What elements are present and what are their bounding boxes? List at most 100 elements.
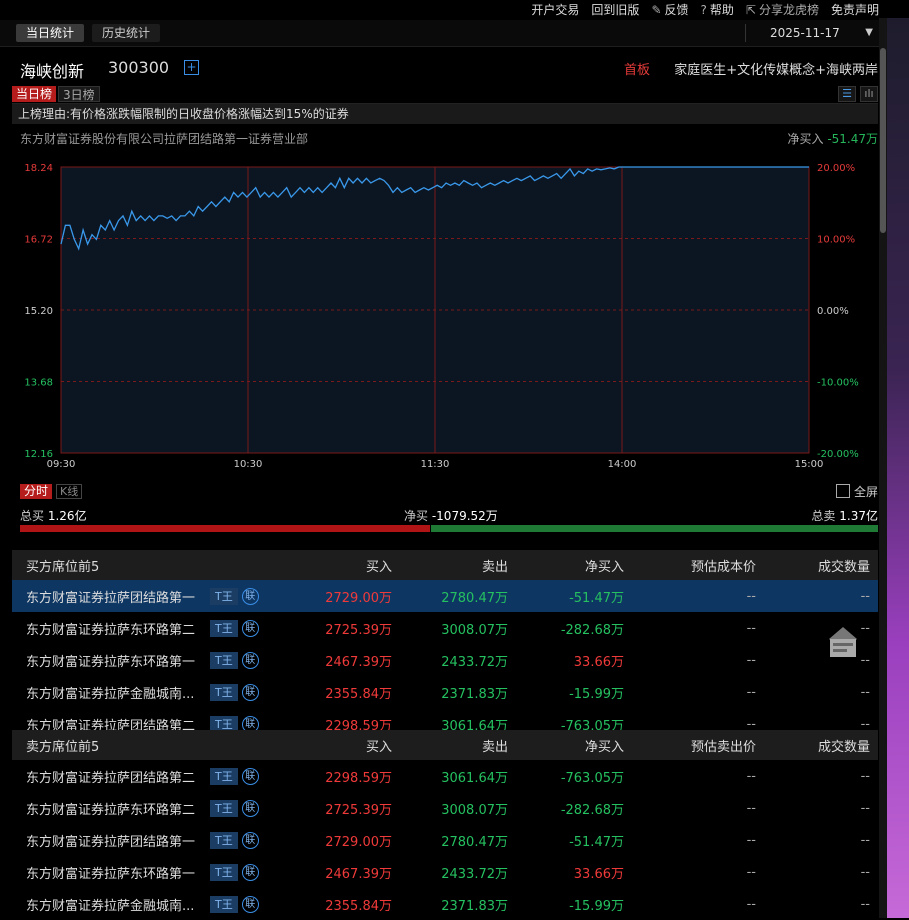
t-wang-badge[interactable]: T王 — [210, 863, 238, 881]
lian-icon[interactable]: 联 — [241, 619, 259, 637]
x-tick: 11:30 — [421, 459, 450, 470]
t-wang-badge[interactable]: T王 — [210, 587, 238, 605]
sell-amount: 2371.83万 — [441, 898, 508, 914]
y-left-tick: 15.20 — [24, 306, 53, 317]
bar-view-icon[interactable]: ılı — [860, 86, 878, 102]
tab-history-stats[interactable]: 历史统计 — [92, 24, 161, 42]
buy-ratio-bar — [20, 525, 430, 532]
seat-name[interactable]: 东方财富证券拉萨金融城南... — [26, 895, 208, 914]
lian-icon[interactable]: 联 — [241, 767, 259, 785]
lian-icon[interactable]: 联 — [241, 863, 259, 881]
list-view-icon[interactable]: ☰ — [838, 86, 856, 102]
table-row[interactable]: 东方财富证券拉萨东环路第一 T王联 2467.39万 2433.72万 33.66万 --… — [12, 644, 878, 676]
share-link[interactable]: ⇱ 分享龙虎榜 — [746, 1, 819, 18]
t-wang-badge[interactable]: T王 — [210, 895, 238, 913]
selected-broker-line: 东方财富证券股份有限公司拉萨团结路第一证券营业部 净买入 -51.47万 — [12, 128, 878, 146]
help-label: 帮助 — [709, 2, 734, 17]
table-row[interactable]: 东方财富证券拉萨东环路第二 T王联 2725.39万 3008.07万 -282.68万… — [12, 612, 878, 644]
y-left-tick: 13.68 — [24, 378, 53, 389]
old-version-link[interactable]: 回到旧版 — [591, 1, 639, 18]
trade-qty: -- — [860, 684, 870, 700]
t-wang-badge[interactable]: T王 — [210, 683, 238, 701]
seat-name-cell[interactable]: 东方财富证券拉萨金融城南... T王联 — [12, 676, 282, 708]
tab-3day-rank[interactable]: 3日榜 — [58, 86, 100, 102]
chart-mode-bar: 分时 K线 全屏 — [12, 481, 878, 501]
total-sell: 总卖 1.37亿 — [811, 507, 878, 524]
t-wang-badge[interactable]: T王 — [210, 767, 238, 785]
buy-amount: 2355.84万 — [325, 898, 392, 914]
net-amount: -51.47万 — [516, 580, 632, 612]
t-wang-badge[interactable]: T王 — [210, 619, 238, 637]
seat-name[interactable]: 东方财富证券拉萨东环路第二 — [26, 619, 208, 638]
add-watchlist-icon[interactable]: + — [184, 60, 199, 75]
seat-name-cell[interactable]: 东方财富证券拉萨东环路第二 T王联 — [12, 612, 282, 644]
buy-amount: 2355.84万 — [325, 686, 392, 702]
seat-name[interactable]: 东方财富证券拉萨团结路第二 — [26, 767, 208, 786]
net-amount: 33.66万 — [573, 866, 624, 882]
seat-name[interactable]: 东方财富证券拉萨东环路第一 — [26, 863, 208, 882]
open-account-link[interactable]: 开户交易 — [531, 1, 579, 18]
date-select[interactable]: 2025-11-17 ▼ — [745, 24, 875, 42]
seat-name-cell[interactable]: 东方财富证券拉萨团结路第一 T王联 — [12, 824, 282, 856]
seat-name-cell[interactable]: 东方财富证券拉萨东环路第一 T王联 — [12, 856, 282, 888]
tab-today-stats[interactable]: 当日统计 — [16, 24, 85, 42]
t-wang-badge[interactable]: T王 — [210, 831, 238, 849]
net-label: 净买入 — [787, 132, 824, 146]
lian-icon[interactable]: 联 — [241, 895, 259, 913]
table-row[interactable]: 东方财富证券拉萨团结路第一 T王联 2729.00万 2780.47万 -51.47万 -… — [12, 824, 878, 856]
fullscreen-icon — [835, 484, 850, 498]
mode-kline[interactable]: K线 — [56, 484, 83, 499]
seat-name[interactable]: 东方财富证券拉萨金融城南... — [26, 683, 208, 702]
seat-name[interactable]: 东方财富证券拉萨东环路第一 — [26, 651, 208, 670]
col-sell[interactable]: 卖出 — [400, 550, 516, 580]
fullscreen-button[interactable]: 全屏 — [835, 483, 878, 500]
lian-icon[interactable]: 联 — [241, 799, 259, 817]
table-row[interactable]: 东方财富证券拉萨金融城南... T王联 2355.84万 2371.83万 -15.99… — [12, 676, 878, 708]
lian-icon[interactable]: 联 — [241, 683, 259, 701]
floating-widget-icon[interactable] — [828, 625, 858, 659]
seat-name[interactable]: 东方财富证券拉萨团结路第一 — [26, 587, 208, 606]
seat-name-cell[interactable]: 东方财富证券拉萨金融城南... T王联 — [12, 888, 282, 920]
col-sell[interactable]: 卖出 — [400, 730, 516, 760]
buy-seats-table: 买方席位前5 买入 卖出 净买入 预估成本价 成交数量 东方财富证券拉萨团结路第… — [12, 550, 878, 740]
t-wang-badge[interactable]: T王 — [210, 799, 238, 817]
net-amount: -15.99万 — [569, 898, 624, 914]
concept-tags: 家庭医生+文化传媒概念+海峡两岸 — [674, 63, 878, 78]
col-buy[interactable]: 买入 — [282, 730, 400, 760]
table-row[interactable]: 东方财富证券拉萨东环路第一 T王联 2467.39万 2433.72万 33.66万 --… — [12, 856, 878, 888]
seat-name-cell[interactable]: 东方财富证券拉萨东环路第二 T王联 — [12, 792, 282, 824]
lian-icon[interactable]: 联 — [241, 587, 259, 605]
sell-ratio-bar — [431, 525, 878, 532]
seat-name-cell[interactable]: 东方财富证券拉萨团结路第一 T王联 — [12, 580, 282, 612]
help-link[interactable]: ? 帮助 — [701, 1, 734, 18]
table-row[interactable]: 东方财富证券拉萨团结路第二 T王联 2298.59万 3061.64万 -763.05万… — [12, 760, 878, 792]
buy-amount: 2298.59万 — [325, 770, 392, 786]
seat-name[interactable]: 东方财富证券拉萨东环路第二 — [26, 799, 208, 818]
stock-name[interactable]: 海峡创新 — [20, 58, 84, 82]
table-row[interactable]: 东方财富证券拉萨团结路第一 T王联 2729.00万 2780.47万 -51.47万 -… — [12, 580, 878, 612]
table-row[interactable]: 东方财富证券拉萨金融城南... T王联 2355.84万 2371.83万 -15.99… — [12, 888, 878, 920]
est-price: -- — [746, 684, 756, 700]
col-net[interactable]: 净买入 — [516, 550, 632, 580]
col-net[interactable]: 净买入 — [516, 730, 632, 760]
scrollbar-thumb[interactable] — [880, 48, 886, 233]
mode-intraday[interactable]: 分时 — [20, 484, 53, 499]
seat-name-cell[interactable]: 东方财富证券拉萨东环路第一 T王联 — [12, 644, 282, 676]
col-buy[interactable]: 买入 — [282, 550, 400, 580]
t-wang-badge[interactable]: T王 — [210, 651, 238, 669]
share-label: 分享龙虎榜 — [758, 2, 819, 17]
seat-name-cell[interactable]: 东方财富证券拉萨团结路第二 T王联 — [12, 760, 282, 792]
scrollbar[interactable] — [879, 18, 887, 918]
buy-amount: 2467.39万 — [325, 866, 392, 882]
sell-seats-table: 卖方席位前5 买入 卖出 净买入 预估卖出价 成交数量 东方财富证券拉萨团结路第… — [12, 730, 878, 920]
intraday-chart[interactable]: 18.24 20.00% 16.72 10.00% 15.20 0.00% 13.68 -10… — [12, 150, 878, 478]
seat-name[interactable]: 东方财富证券拉萨团结路第一 — [26, 831, 208, 850]
lian-icon[interactable]: 联 — [241, 831, 259, 849]
tab-day-rank[interactable]: 当日榜 — [12, 86, 57, 102]
table-row[interactable]: 东方财富证券拉萨东环路第二 T王联 2725.39万 3008.07万 -282.68万… — [12, 792, 878, 824]
lian-icon[interactable]: 联 — [241, 651, 259, 669]
feedback-link[interactable]: ✎ 反馈 — [651, 1, 688, 18]
buy-amount: 2725.39万 — [325, 622, 392, 638]
disclaimer-link[interactable]: 免责声明 — [831, 1, 879, 18]
trade-qty: -- — [860, 768, 870, 784]
